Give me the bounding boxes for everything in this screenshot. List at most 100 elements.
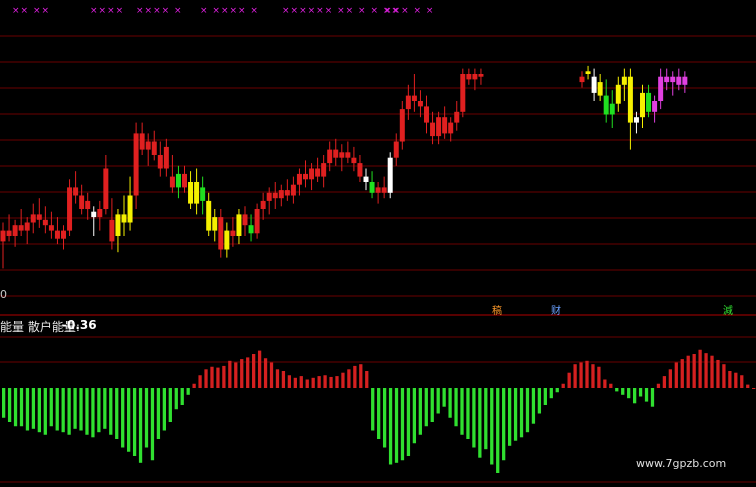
- energy-histogram-series: [2, 349, 756, 473]
- candle-body: [73, 187, 79, 196]
- energy-bar: [632, 388, 637, 404]
- candle-body: [387, 157, 393, 193]
- energy-bar: [519, 388, 524, 438]
- energy-bar: [406, 388, 411, 456]
- candle-body: [652, 101, 658, 112]
- energy-bar: [704, 353, 708, 388]
- candle-body: [658, 76, 664, 101]
- energy-bar: [507, 388, 512, 446]
- candle-body: [18, 225, 24, 231]
- energy-bar: [31, 388, 36, 429]
- candle-body: [188, 182, 194, 204]
- energy-bar: [305, 379, 309, 388]
- energy-bar: [638, 388, 643, 397]
- energy-bar: [615, 388, 619, 392]
- candle-body: [615, 84, 621, 104]
- candle-body: [579, 76, 585, 83]
- energy-bar: [597, 366, 601, 388]
- energy-bar: [37, 388, 41, 433]
- energy-bar: [240, 359, 244, 388]
- top-marker: × ×××× ×: [200, 6, 259, 16]
- top-marker: ××××: [90, 6, 125, 16]
- event-tag[interactable]: 财: [550, 302, 562, 317]
- candle-body: [351, 157, 357, 164]
- candle-body: [254, 209, 260, 234]
- energy-bar: [394, 388, 399, 463]
- candle-body: [278, 190, 284, 199]
- candle-body: [175, 173, 181, 188]
- candle-body: [24, 222, 30, 231]
- energy-bar: [299, 376, 303, 388]
- energy-bar: [85, 388, 89, 435]
- energy-bar: [430, 388, 434, 422]
- candle-body: [609, 103, 615, 115]
- candle-body: [664, 76, 670, 83]
- energy-bar: [496, 388, 500, 473]
- candle-body: [30, 214, 36, 223]
- candle-body: [375, 187, 381, 193]
- energy-bar: [323, 375, 327, 388]
- energy-bar: [448, 388, 452, 418]
- candle-body: [430, 122, 436, 137]
- energy-bar: [722, 364, 726, 388]
- watermark-text: www.7gpzb.com: [636, 457, 727, 470]
- energy-bar: [716, 359, 720, 388]
- energy-bar: [662, 376, 667, 388]
- candle-body: [266, 192, 272, 201]
- energy-bar: [198, 375, 202, 388]
- candle-body: [79, 195, 85, 209]
- candle-body: [603, 95, 609, 115]
- top-marker: ×××××× ×× × × ××: [282, 6, 400, 16]
- energy-bar: [555, 388, 559, 393]
- energy-bar: [275, 369, 280, 388]
- candle-body: [460, 74, 466, 112]
- energy-bar: [609, 383, 613, 388]
- candle-body: [399, 109, 405, 142]
- energy-bar: [132, 388, 137, 456]
- energy-bar: [2, 388, 6, 418]
- candle-body: [242, 214, 248, 226]
- candle-body: [248, 225, 254, 234]
- event-tag[interactable]: 稿: [491, 302, 503, 317]
- energy-bar: [192, 383, 196, 388]
- energy-bar: [436, 388, 440, 414]
- candle-body: [327, 149, 333, 164]
- candle-body: [417, 101, 423, 107]
- energy-bar: [478, 388, 482, 458]
- energy-bar: [55, 388, 59, 431]
- candle-body: [0, 230, 6, 242]
- energy-bar: [585, 360, 589, 388]
- candle-body: [585, 71, 591, 74]
- candle-body: [627, 76, 633, 123]
- energy-bar: [388, 388, 393, 465]
- energy-bar: [442, 388, 446, 407]
- candle-body: [97, 209, 103, 218]
- energy-bar: [513, 388, 518, 441]
- energy-bar: [156, 388, 161, 439]
- candle-body: [230, 230, 236, 236]
- energy-bar: [257, 350, 262, 388]
- candle-body: [218, 217, 224, 250]
- energy-bar: [525, 388, 530, 433]
- candle-body: [296, 173, 302, 185]
- candle-body: [393, 141, 399, 158]
- energy-bar: [549, 388, 553, 399]
- candle-body: [272, 192, 278, 199]
- energy-bar: [746, 384, 750, 388]
- energy-bar: [115, 388, 119, 439]
- energy-bar: [621, 388, 625, 395]
- energy-bar: [424, 388, 428, 427]
- candle-body: [454, 111, 460, 123]
- energy-bar: [347, 369, 351, 388]
- candle-body: [260, 200, 266, 209]
- energy-bar: [353, 365, 357, 388]
- candle-body: [200, 187, 206, 201]
- energy-bar: [537, 388, 542, 414]
- energy-bar: [246, 357, 250, 388]
- candle-body: [109, 219, 115, 242]
- event-tag[interactable]: 減: [722, 302, 734, 317]
- candle-body: [42, 219, 48, 226]
- energy-bar: [359, 364, 363, 388]
- energy-bar: [365, 371, 369, 388]
- candle-body: [151, 141, 157, 155]
